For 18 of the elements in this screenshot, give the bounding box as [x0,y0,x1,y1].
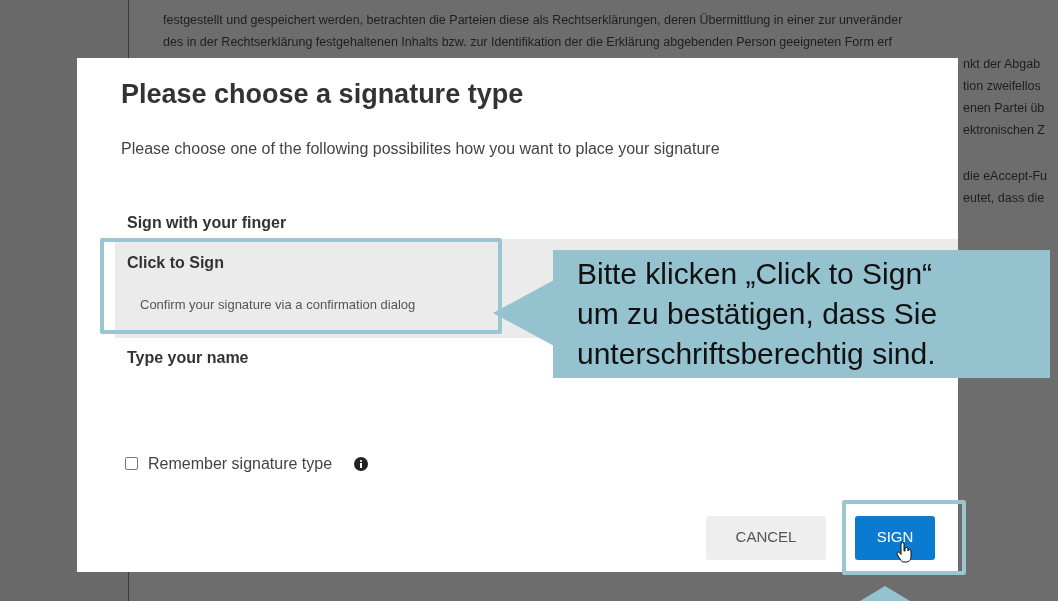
document-text: die eAccept-Fu [963,168,1049,185]
sign-button[interactable]: SIGN [855,515,935,560]
cancel-button[interactable]: CANCEL [706,515,826,560]
pointer-arrow [493,280,554,346]
document-text: tion zweifellos [963,78,1042,95]
pointer-arrow [860,586,910,601]
document-text: festgestellt und gespeichert werden, betrachten die Parteien diese als Rechtserklärungen, deren Übermittlung in einer zur unveränder [163,12,904,29]
document-text: ektronischen Z [963,122,1046,139]
info-icon [354,456,369,471]
checkbox-label: Remember signature type [148,453,333,474]
document-text: eutet, dass die [963,190,1046,207]
document-text: nkt der Abgab [963,56,1042,73]
document-text: enen Partei üb [963,100,1046,117]
remember-checkbox[interactable] [125,457,138,470]
document-text: des in der Rechtserklärung festgehaltenen Inhalts bzw. zur Identifikation der die Erklärung abgebenden Person geeigneten Form erf [163,34,893,51]
dialog-subtitle: Please choose one of the following possibilites how you want to place your signature [121,138,721,159]
hand-cursor-icon [896,542,914,564]
dialog-title: Please choose a signature type [121,78,525,111]
